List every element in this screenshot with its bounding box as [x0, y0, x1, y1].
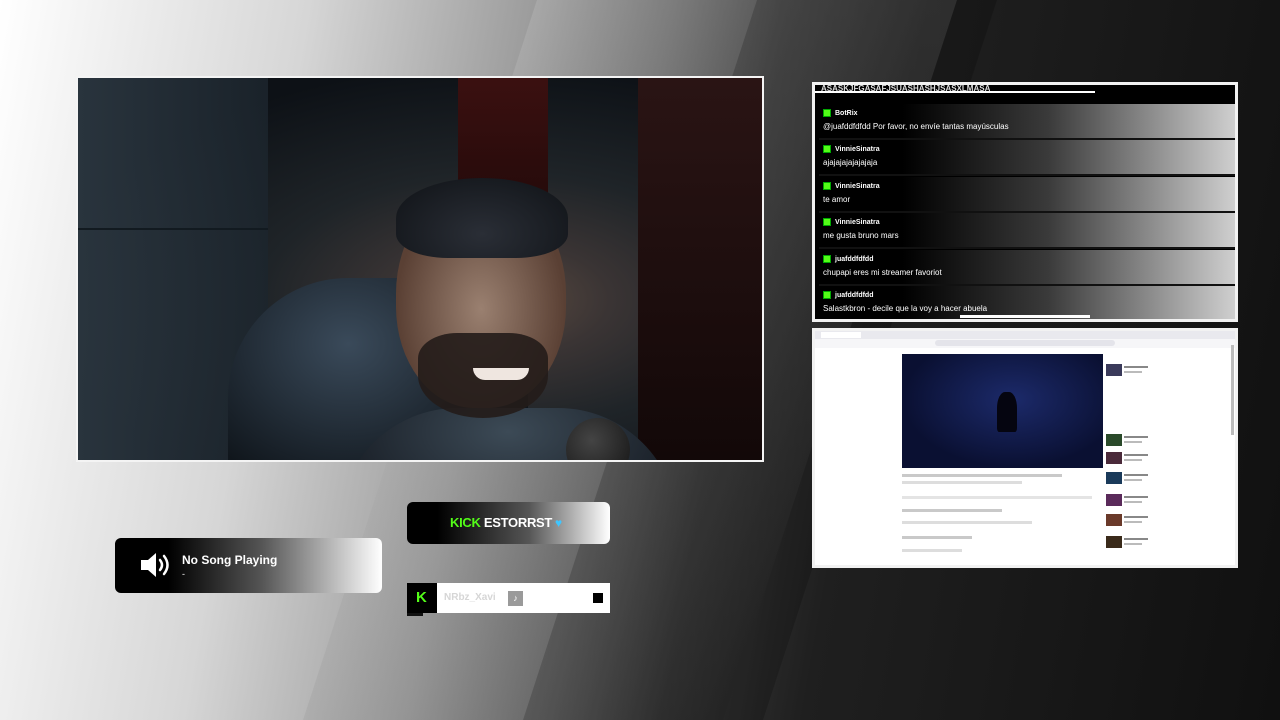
chat-message: VinnieSinatra te amor [819, 177, 1235, 213]
recommendation-title-line [1124, 366, 1148, 368]
kick-logo-letter: K [416, 589, 427, 606]
chat-top-divider [815, 91, 1095, 93]
badge-icon [823, 291, 831, 299]
stop-icon [593, 593, 603, 603]
chat-username: juafddfdfdd [835, 256, 874, 263]
recommendation-thumbnail [1106, 472, 1122, 484]
browser-capture [812, 328, 1238, 568]
recommendation-thumbnail [1106, 514, 1122, 526]
recommendation-meta-line [1124, 501, 1142, 503]
recommendation-item [1106, 514, 1150, 528]
now-playing-widget: No Song Playing - [115, 538, 382, 593]
webcam-cabinet-line [78, 228, 268, 230]
webcam-feed [76, 76, 764, 462]
chat-text: me gusta bruno mars [823, 231, 899, 240]
browser-tab [821, 332, 861, 338]
song-title: No Song Playing [182, 553, 278, 567]
badge-icon [823, 182, 831, 190]
badge-icon [823, 109, 831, 117]
recommendation-meta-line [1124, 459, 1142, 461]
recommendation-thumbnail [1106, 536, 1122, 548]
recommendation-thumbnail [1106, 452, 1122, 464]
follower-alert: K NRbz_Xavi ♪ [407, 583, 610, 613]
video-meta-line [902, 481, 1022, 484]
chat-message: VinnieSinatra ajajajajajajajaja [819, 140, 1235, 176]
badge-icon [823, 255, 831, 263]
kick-banner-text: KICK ESTORRST ♥ [450, 515, 562, 530]
browser-tab-strip [815, 331, 1235, 339]
recommendation-item [1106, 452, 1150, 466]
recommendation-item [1106, 434, 1150, 448]
chat-text: Salastkbron - decile que la voy a hacer … [823, 304, 988, 313]
recommendation-title-line [1124, 538, 1148, 540]
comment-line [902, 509, 1002, 512]
comment-line [902, 521, 1032, 524]
tiktok-icon: ♪ [508, 591, 523, 606]
browser-scrollbar[interactable] [1231, 345, 1234, 435]
chat-box: ASASKJFGASAFJSUASHASHJSASXLMASA BotRix @… [812, 82, 1238, 322]
recommendations-sidebar [1106, 354, 1150, 554]
chat-message: juafddfdfdd chupapi eres mi streamer fav… [819, 250, 1235, 286]
song-artist: - [182, 569, 185, 579]
recommendation-title-line [1124, 454, 1148, 456]
chat-divider [819, 247, 1235, 249]
chat-text: ajajajajajajajaja [823, 158, 878, 167]
chat-username: VinnieSinatra [835, 183, 880, 190]
recommendation-item [1106, 536, 1150, 550]
webcam-person-smile [473, 368, 529, 380]
heart-icon: ♥ [555, 516, 562, 530]
comment-line [902, 549, 962, 552]
recommendation-item [1106, 364, 1150, 378]
recommendation-title-line [1124, 496, 1148, 498]
recommendation-thumbnail [1106, 434, 1122, 446]
chat-username: VinnieSinatra [835, 146, 880, 153]
kick-logo-icon: K [407, 583, 437, 613]
recommendation-meta-line [1124, 521, 1142, 523]
badge-icon [823, 145, 831, 153]
browser-address-bar [935, 340, 1115, 346]
speaker-icon [141, 553, 169, 577]
webcam-person-hair [396, 178, 568, 258]
video-player [902, 354, 1103, 468]
chat-text: chupapi eres mi streamer favoriot [823, 268, 942, 277]
chat-username: VinnieSinatra [835, 219, 880, 226]
recommendation-title-line [1124, 436, 1148, 438]
recommendation-thumbnail [1106, 494, 1122, 506]
follower-username: NRbz_Xavi [444, 592, 496, 603]
recommendation-item [1106, 494, 1150, 508]
follower-alert-progress [407, 613, 423, 616]
recommendation-meta-line [1124, 479, 1142, 481]
recommendation-meta-line [1124, 441, 1142, 443]
video-title-line [902, 474, 1062, 477]
chat-bottom-divider [960, 315, 1090, 318]
kick-channel-name: ESTORRST [483, 515, 553, 530]
kick-channel-banner: KICK ESTORRST ♥ [407, 502, 610, 544]
video-description-line [902, 496, 1092, 499]
kick-platform-label: KICK [450, 515, 481, 530]
webcam-dark-door [638, 78, 762, 460]
chat-username: juafddfdfdd [835, 292, 874, 299]
video-silhouette [997, 392, 1017, 432]
recommendation-title-line [1124, 474, 1148, 476]
recommendation-thumbnail [1106, 364, 1122, 376]
recommendation-meta-line [1124, 543, 1142, 545]
badge-icon [823, 218, 831, 226]
chat-divider [819, 174, 1235, 176]
recommendation-meta-line [1124, 371, 1142, 373]
chat-text: @juafddfdfdd Por favor, no envíe tantas … [823, 122, 1009, 131]
chat-message: BotRix @juafddfdfdd Por favor, no envíe … [819, 104, 1235, 140]
chat-username: BotRix [835, 110, 858, 117]
recommendation-title-line [1124, 516, 1148, 518]
comment-line [902, 536, 972, 539]
recommendation-item [1106, 472, 1150, 486]
chat-text: te amor [823, 195, 851, 204]
chat-message: VinnieSinatra me gusta bruno mars [819, 213, 1235, 249]
